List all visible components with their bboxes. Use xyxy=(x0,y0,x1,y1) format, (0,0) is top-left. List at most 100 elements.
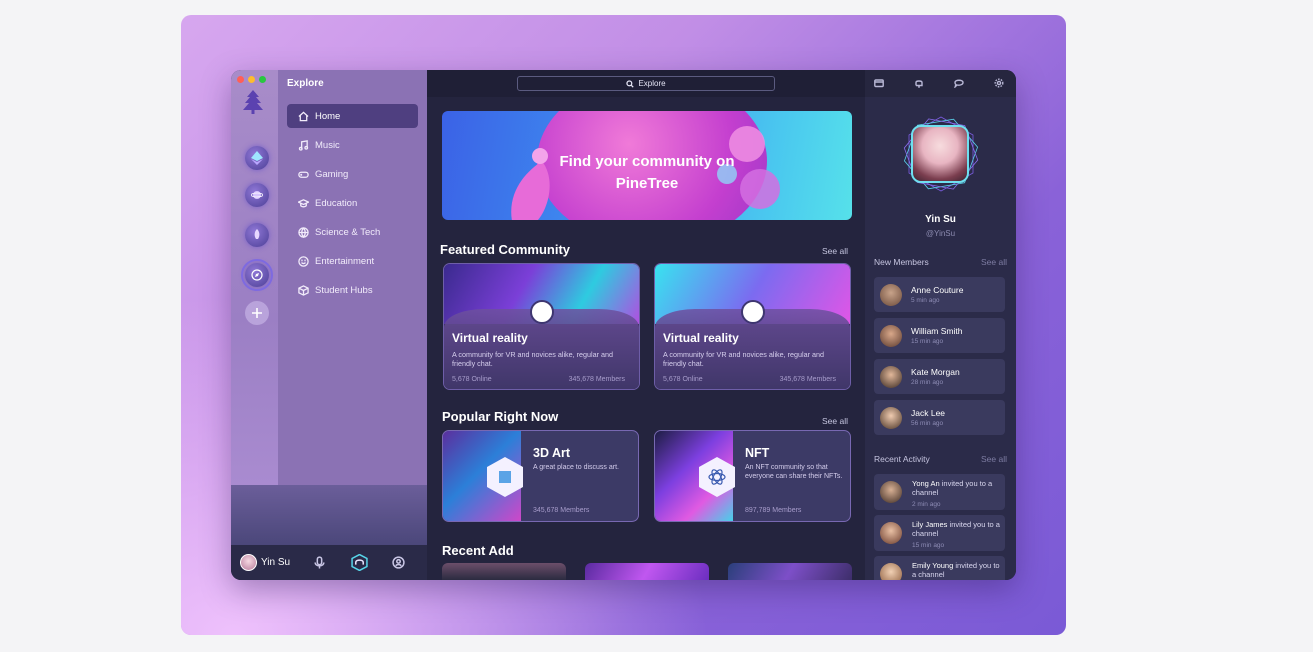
bell-icon[interactable] xyxy=(914,78,924,88)
featured-card[interactable]: Virtual reality A community for VR and n… xyxy=(654,263,851,390)
card-title: NFT xyxy=(745,446,770,460)
close-window-button[interactable] xyxy=(237,76,244,83)
nav-item-home[interactable]: Home xyxy=(287,104,418,128)
popular-card[interactable]: NFT An NFT community so that everyone ca… xyxy=(654,430,851,522)
right-toolbar xyxy=(865,70,1016,97)
planet-icon xyxy=(251,191,263,199)
server-planet-button[interactable] xyxy=(245,183,269,207)
new-members-see-all-link[interactable]: See all xyxy=(981,257,1007,267)
add-friend-icon[interactable] xyxy=(392,556,405,569)
add-server-button[interactable] xyxy=(245,301,269,325)
server-rail xyxy=(231,70,278,485)
member-name: Jack Lee xyxy=(911,408,946,418)
featured-see-all-link[interactable]: See all xyxy=(822,246,848,256)
nav-item-music[interactable]: Music xyxy=(287,133,418,157)
activity-time: 2 min ago xyxy=(912,501,941,508)
app-window: Explore Home Music Gaming Education Scie… xyxy=(231,70,1016,580)
hero-banner[interactable]: Find your community on PineTree xyxy=(442,111,852,220)
activity-list-item[interactable]: Lily James invited you to a channel 15 m… xyxy=(874,515,1005,551)
profile-avatar[interactable] xyxy=(911,125,969,183)
card-description: A community for VR and novices alike, re… xyxy=(452,350,613,368)
hero-heading-line1: Find your community on xyxy=(559,153,735,170)
graduation-cap-icon xyxy=(298,198,309,207)
minimize-window-button[interactable] xyxy=(248,76,255,83)
activity-list-item[interactable]: Yong An invited you to a channel 2 min a… xyxy=(874,474,1005,510)
activity-text: Lily James invited you to a channel xyxy=(912,520,1004,538)
maximize-window-button[interactable] xyxy=(259,76,266,83)
explore-compass-button[interactable] xyxy=(241,259,273,291)
member-count: 345,678 Members xyxy=(533,507,590,514)
explore-sidebar: Explore Home Music Gaming Education Scie… xyxy=(278,70,427,485)
nav-item-label: Music xyxy=(315,139,340,151)
voice-visualizer xyxy=(231,485,427,545)
avatar xyxy=(880,481,902,503)
popular-see-all-link[interactable]: See all xyxy=(822,416,848,426)
avatar xyxy=(880,407,902,429)
plus-icon xyxy=(252,308,262,318)
recent-add-card[interactable] xyxy=(585,563,709,580)
member-list-item[interactable]: Anne Couture 5 min ago xyxy=(874,277,1005,312)
gamepad-icon xyxy=(298,171,309,178)
community-avatar-badge xyxy=(741,300,765,324)
nav-item-label: Education xyxy=(315,197,358,209)
member-count: 345,678 Members xyxy=(779,376,836,383)
nav-item-entertainment[interactable]: Entertainment xyxy=(287,249,418,273)
nav-item-gaming[interactable]: Gaming xyxy=(287,162,418,186)
recent-activity-title: Recent Activity xyxy=(874,454,930,464)
recent-add-card[interactable] xyxy=(728,563,852,580)
nav-item-science-tech[interactable]: Science & Tech xyxy=(287,220,418,244)
member-name: Anne Couture xyxy=(911,285,964,295)
profile-name: Yin Su xyxy=(925,214,956,225)
soundwave-icon xyxy=(252,499,402,531)
microphone-icon[interactable] xyxy=(313,556,326,569)
hero-heading: Find your community on PineTree xyxy=(532,151,762,195)
recent-activity-see-all-link[interactable]: See all xyxy=(981,454,1007,464)
card-title: Virtual reality xyxy=(663,331,739,345)
right-panel: Yin Su @YinSu New Members See all Anne C… xyxy=(865,70,1016,580)
user-name: Yin Su xyxy=(261,557,291,568)
nav-item-label: Gaming xyxy=(315,168,349,180)
avatar xyxy=(880,366,902,388)
nav-item-student-hubs[interactable]: Student Hubs xyxy=(287,278,418,302)
nav-item-label: Entertainment xyxy=(315,255,375,267)
member-list-item[interactable]: Kate Morgan 28 min ago xyxy=(874,359,1005,394)
new-members-title: New Members xyxy=(874,257,929,267)
ethereum-icon xyxy=(251,151,263,165)
member-list-item[interactable]: William Smith 15 min ago xyxy=(874,318,1005,353)
community-avatar-badge xyxy=(530,300,554,324)
featured-section-title: Featured Community xyxy=(440,242,571,257)
server-ethereum-button[interactable] xyxy=(245,146,269,170)
avatar xyxy=(880,325,902,347)
member-name: William Smith xyxy=(911,326,963,336)
nav-item-label: Science & Tech xyxy=(315,226,381,238)
nav-item-education[interactable]: Education xyxy=(287,191,418,215)
hero-heading-line2: PineTree xyxy=(615,175,679,192)
search-input[interactable]: Explore xyxy=(517,76,775,91)
card-title: Virtual reality xyxy=(452,331,528,345)
online-count: 5,678 Online xyxy=(452,376,492,383)
featured-card[interactable]: Virtual reality A community for VR and n… xyxy=(443,263,640,390)
recent-add-card[interactable] xyxy=(442,563,566,580)
member-time: 5 min ago xyxy=(911,297,940,304)
popular-card[interactable]: 3D Art A great place to discuss art. 345… xyxy=(442,430,639,522)
member-name: Kate Morgan xyxy=(911,367,960,377)
avatar xyxy=(880,563,902,580)
wallet-icon[interactable] xyxy=(874,78,884,88)
server-rocket-button[interactable] xyxy=(245,223,269,247)
avatar[interactable] xyxy=(240,554,257,571)
member-count: 345,678 Members xyxy=(568,376,625,383)
recent-add-section-title: Recent Add xyxy=(442,543,514,558)
chat-bubble-icon[interactable] xyxy=(954,78,964,88)
headphones-icon[interactable] xyxy=(351,554,368,571)
activity-list-item[interactable]: Emily Young invited you to a channel xyxy=(874,556,1005,580)
cube-icon xyxy=(298,284,309,296)
nav-item-label: Home xyxy=(315,110,341,122)
member-list-item[interactable]: Jack Lee 56 min ago xyxy=(874,400,1005,435)
rocket-icon xyxy=(254,229,260,239)
gear-icon[interactable] xyxy=(994,78,1004,88)
member-time: 56 min ago xyxy=(911,420,944,427)
card-description: An NFT community so that everyone can sh… xyxy=(745,464,843,480)
smiley-icon xyxy=(298,255,309,267)
category-nav: Home Music Gaming Education Science & Te… xyxy=(287,104,418,307)
card-description: A great place to discuss art. xyxy=(533,464,619,471)
